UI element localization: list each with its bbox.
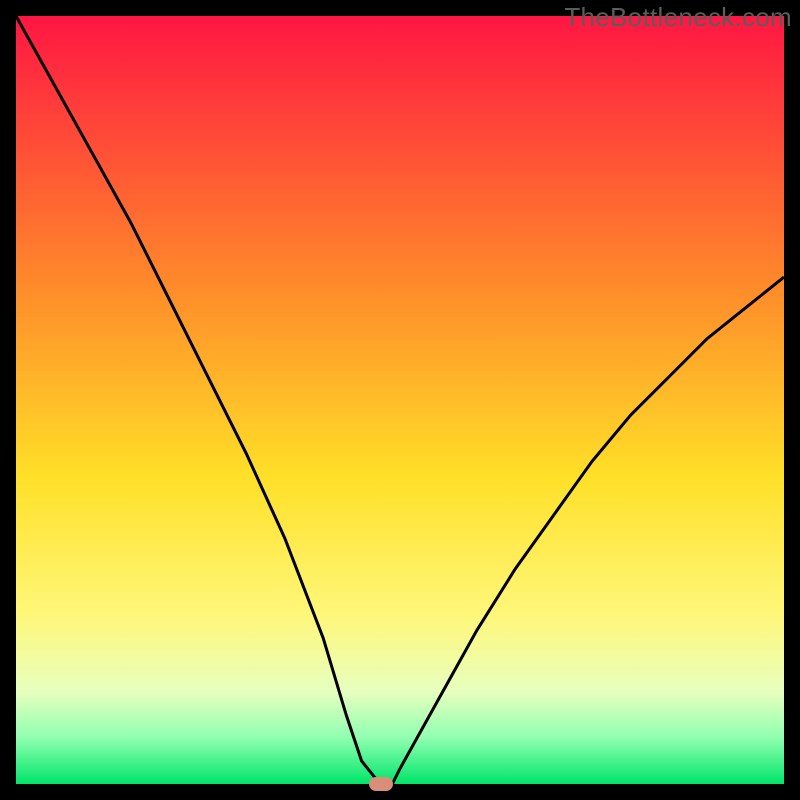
- watermark-text: TheBottleneck.com: [564, 2, 792, 33]
- min-marker: [369, 777, 393, 791]
- bottleneck-curve: [16, 16, 784, 784]
- chart-frame: TheBottleneck.com: [0, 0, 800, 800]
- curve-line: [16, 16, 784, 784]
- plot-area: [16, 16, 784, 784]
